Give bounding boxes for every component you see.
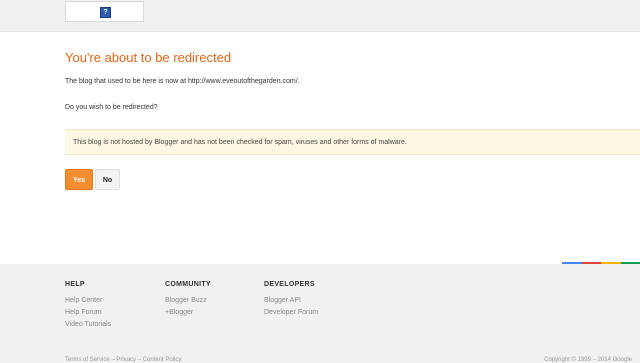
legal-links: Terms of Service – Privacy – Content Pol… [65, 357, 182, 363]
footer-help-heading: HELP [65, 281, 85, 288]
terms-link[interactable]: Terms of Service [65, 357, 110, 363]
content-policy-link[interactable]: Content Policy [143, 357, 182, 363]
video-tutorials-link[interactable]: Video Tutorials [65, 319, 111, 331]
blogger-api-link[interactable]: Blogger API [264, 295, 318, 307]
footer-community-heading: COMMUNITY [165, 281, 211, 288]
footer: HELP Help Center Help Forum Video Tutori… [0, 264, 640, 363]
no-button[interactable]: No [95, 169, 120, 190]
yes-button[interactable]: Yes [65, 169, 93, 190]
blogger-buzz-link[interactable]: Blogger Buzz [165, 295, 211, 307]
developer-forum-link[interactable]: Developer Forum [264, 307, 318, 319]
blogger-logo-link[interactable]: ? [65, 1, 144, 22]
help-center-link[interactable]: Help Center [65, 295, 111, 307]
plus-blogger-link[interactable]: +Blogger [165, 307, 211, 319]
copyright: Copyright © 1999 – 2014 Google [544, 357, 632, 363]
blogger-logo-icon: ? [100, 7, 111, 18]
help-forum-link[interactable]: Help Forum [65, 307, 111, 319]
footer-community-column: COMMUNITY Blogger Buzz +Blogger [165, 281, 211, 319]
redirect-message: The blog that used to be here is now at … [65, 78, 300, 85]
footer-developers-heading: DEVELOPERS [264, 281, 315, 288]
malware-warning-banner: This blog is not hosted by Blogger and h… [65, 129, 640, 155]
footer-developers-column: DEVELOPERS Blogger API Developer Forum [264, 281, 318, 319]
top-bar: ? [0, 0, 640, 32]
warning-text: This blog is not hosted by Blogger and h… [73, 139, 407, 146]
privacy-link[interactable]: Privacy [116, 357, 136, 363]
page-title: You're about to be redirected [65, 50, 232, 65]
redirect-question: Do you wish to be redirected? [65, 104, 158, 111]
footer-help-column: HELP Help Center Help Forum Video Tutori… [65, 281, 111, 331]
